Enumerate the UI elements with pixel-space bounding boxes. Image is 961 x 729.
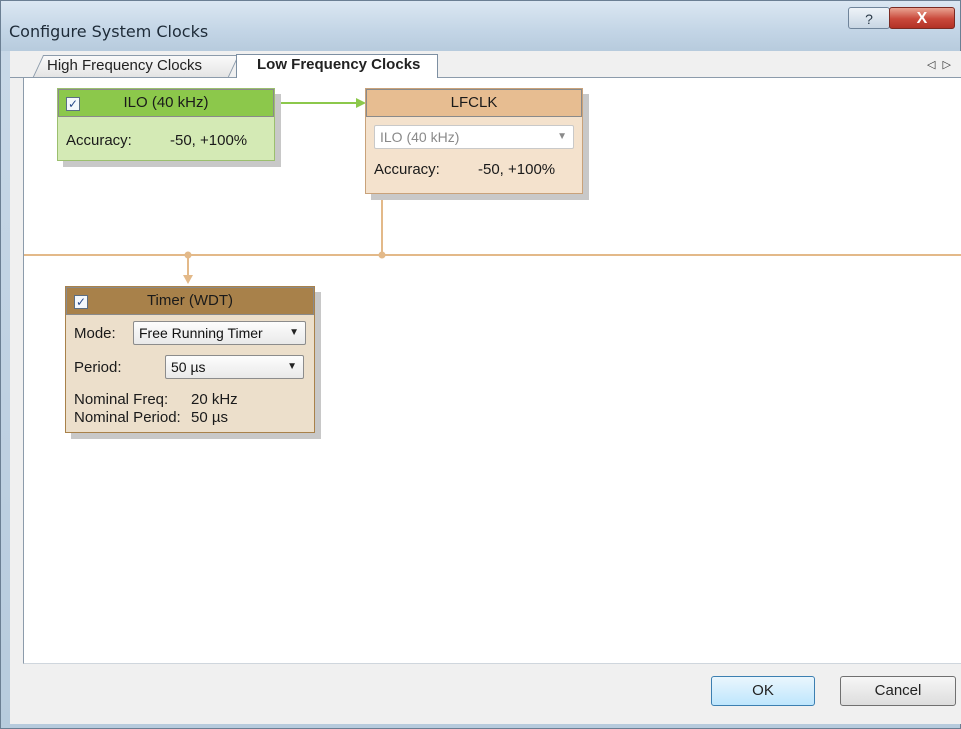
help-icon[interactable]: ? bbox=[848, 7, 890, 29]
ilo-block: ✓ ILO (40 kHz) Accuracy: -50, +100% bbox=[57, 88, 275, 161]
tab-strip: High Frequency Clocks Low Frequency Cloc… bbox=[10, 51, 961, 78]
dialog-window: Configure System Clocks ? X High Frequen… bbox=[0, 0, 961, 729]
cancel-button[interactable]: Cancel bbox=[840, 676, 956, 706]
lfclk-header: LFCLK bbox=[366, 89, 582, 117]
timer-period-label: Period: bbox=[74, 359, 122, 376]
ok-button[interactable]: OK bbox=[711, 676, 815, 706]
nominal-period-value: 50 µs bbox=[191, 409, 228, 426]
tab-high-frequency-clocks[interactable]: High Frequency Clocks bbox=[32, 55, 240, 77]
chevron-down-icon: ▼ bbox=[287, 361, 297, 372]
timer-enable-checkbox[interactable]: ✓ bbox=[74, 295, 88, 309]
button-bar: OK Cancel bbox=[23, 664, 961, 724]
ilo-header: ✓ ILO (40 kHz) bbox=[58, 89, 274, 117]
ilo-accuracy-label: Accuracy: bbox=[66, 132, 132, 149]
timer-title: Timer (WDT) bbox=[146, 292, 234, 309]
timer-period-select[interactable]: 50 µs ▼ bbox=[165, 355, 304, 379]
bus-to-timer-arrow-icon bbox=[183, 275, 193, 284]
lfclk-accuracy-value: -50, +100% bbox=[478, 161, 556, 178]
title-bar[interactable]: Configure System Clocks ? X bbox=[1, 1, 960, 51]
lfclk-title: LFCLK bbox=[450, 94, 498, 111]
lfclk-source-value: ILO (40 kHz) bbox=[380, 129, 460, 145]
ilo-title: ILO (40 kHz) bbox=[123, 94, 209, 111]
nominal-period-label: Nominal Period: bbox=[74, 409, 181, 426]
timer-mode-select[interactable]: Free Running Timer ▼ bbox=[133, 321, 306, 345]
timer-header: ✓ Timer (WDT) bbox=[66, 287, 314, 315]
tab-scroll-arrows-icon[interactable]: ◁ ▷ bbox=[927, 58, 953, 71]
tab-low-frequency-clocks[interactable]: Low Frequency Clocks bbox=[236, 54, 438, 78]
timer-period-value: 50 µs bbox=[171, 359, 206, 375]
lfclk-accuracy-label: Accuracy: bbox=[374, 161, 440, 178]
lfclk-source-select: ILO (40 kHz) ▼ bbox=[374, 125, 574, 149]
chevron-down-icon: ▼ bbox=[557, 131, 567, 142]
timer-mode-label: Mode: bbox=[74, 325, 116, 342]
nominal-freq-value: 20 kHz bbox=[191, 391, 238, 408]
tab-label: High Frequency Clocks bbox=[47, 57, 203, 74]
clock-diagram-canvas: ✓ ILO (40 kHz) Accuracy: -50, +100% LFCL… bbox=[23, 78, 961, 664]
close-icon[interactable]: X bbox=[889, 7, 955, 29]
dialog-client: High Frequency Clocks Low Frequency Cloc… bbox=[10, 51, 961, 724]
timer-mode-value: Free Running Timer bbox=[139, 325, 263, 341]
bus-junction-dot bbox=[378, 251, 386, 259]
nominal-freq-label: Nominal Freq: bbox=[74, 391, 169, 408]
chevron-down-icon: ▼ bbox=[285, 322, 299, 344]
ilo-enable-checkbox[interactable]: ✓ bbox=[66, 97, 80, 111]
ilo-accuracy-value: -50, +100% bbox=[170, 132, 248, 149]
lfclk-block: LFCLK ILO (40 kHz) ▼ Accuracy: -50, +100… bbox=[365, 88, 583, 194]
timer-wdt-block: ✓ Timer (WDT) Mode: Free Running Timer ▼… bbox=[65, 286, 315, 433]
window-title: Configure System Clocks bbox=[9, 22, 209, 41]
